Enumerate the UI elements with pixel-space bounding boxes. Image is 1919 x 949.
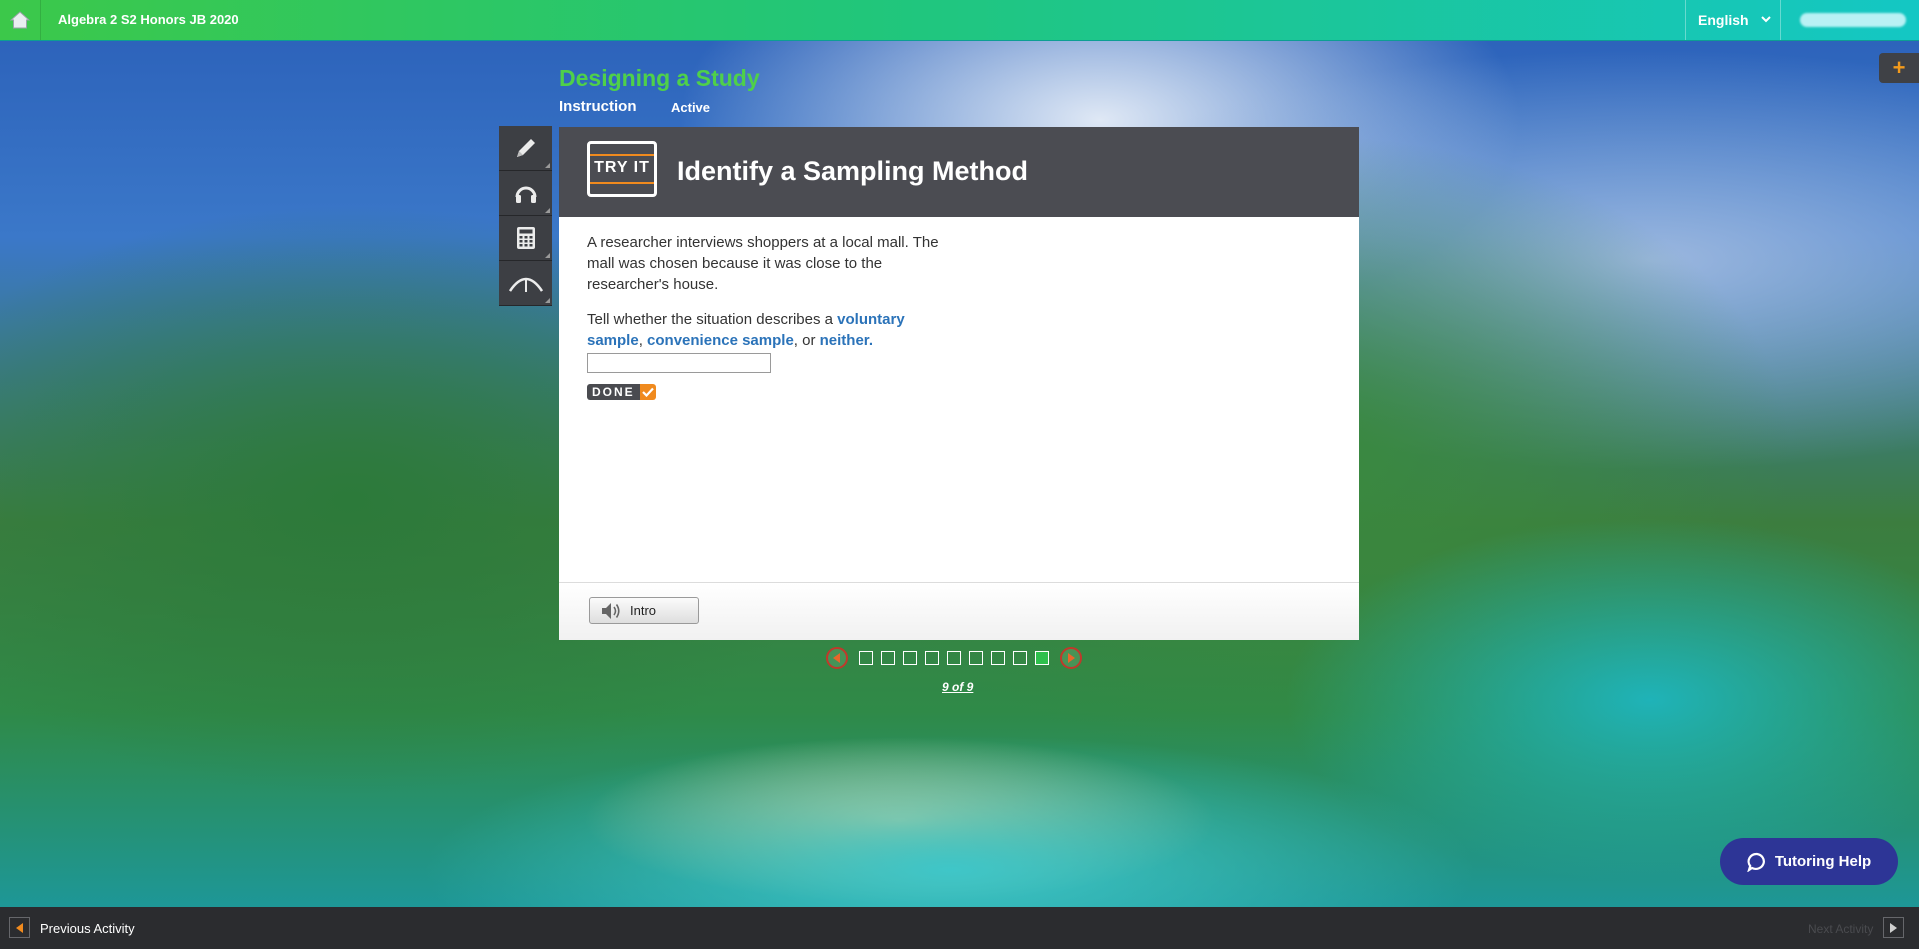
language-value: English xyxy=(1698,12,1749,28)
option-convenience-sample: convenience sample xyxy=(647,332,794,349)
tool-corner xyxy=(545,253,550,258)
pencil-icon xyxy=(516,139,535,157)
page-box-8[interactable] xyxy=(1013,651,1027,665)
panel-footer: Intro xyxy=(559,582,1359,640)
headphones-icon xyxy=(515,186,536,203)
calculator-icon xyxy=(516,227,535,249)
try-it-label: TRY IT xyxy=(594,159,650,176)
try-it-badge: TRY IT xyxy=(587,141,657,197)
done-button[interactable]: DONE xyxy=(587,384,656,400)
plus-icon: + xyxy=(1892,55,1906,80)
next-activity-label: Next Activity xyxy=(1808,922,1874,936)
question-prefix: Tell whether the situation describes a xyxy=(587,311,838,328)
bottom-bar: Previous Activity Next Activity xyxy=(0,907,1919,949)
answer-input[interactable] xyxy=(587,353,771,373)
tool-corner xyxy=(545,163,550,168)
question-prompt: A researcher interviews shoppers at a lo… xyxy=(587,234,939,293)
previous-activity-button[interactable] xyxy=(9,917,30,938)
top-bar: Algebra 2 S2 Honors JB 2020 English xyxy=(0,0,1919,41)
badge-stripe-top xyxy=(590,154,654,156)
page-box-4[interactable] xyxy=(925,651,939,665)
caret-right-icon xyxy=(1890,922,1897,933)
intro-button[interactable]: Intro xyxy=(589,597,699,624)
page-count[interactable]: 9 of 9 xyxy=(942,680,973,694)
course-title: Algebra 2 S2 Honors JB 2020 xyxy=(58,12,239,27)
question-body: A researcher interviews shoppers at a lo… xyxy=(587,232,957,373)
caret-left-icon xyxy=(16,922,23,933)
question-text: Tell whether the situation describes a v… xyxy=(587,309,957,351)
calculator-tool-button[interactable] xyxy=(499,216,552,261)
tutoring-help-label: Tutoring Help xyxy=(1774,853,1872,870)
page-box-6[interactable] xyxy=(969,651,983,665)
page-box-2[interactable] xyxy=(881,651,895,665)
tool-column xyxy=(499,126,553,306)
page-box-7[interactable] xyxy=(991,651,1005,665)
separator: , xyxy=(638,332,648,349)
next-activity-button[interactable] xyxy=(1883,917,1904,938)
lesson-section: Instruction xyxy=(559,98,637,115)
panel-header: TRY IT Identify a Sampling Method xyxy=(559,127,1359,217)
tool-corner xyxy=(545,298,550,303)
pagination xyxy=(826,646,1082,670)
lesson-title: Designing a Study xyxy=(559,65,760,91)
page-box-3[interactable] xyxy=(903,651,917,665)
activity-panel: TRY IT Identify a Sampling Method A rese… xyxy=(559,127,1359,640)
previous-activity-label[interactable]: Previous Activity xyxy=(40,921,135,936)
user-name-blurred[interactable] xyxy=(1800,13,1906,27)
tutoring-help-button[interactable]: Tutoring Help xyxy=(1720,838,1898,885)
page-box-5[interactable] xyxy=(947,651,961,665)
home-icon xyxy=(10,11,30,29)
chevron-down-icon xyxy=(1761,16,1771,23)
done-label: DONE xyxy=(587,384,640,400)
page-box-1[interactable] xyxy=(859,651,873,665)
graph-tool-button[interactable] xyxy=(499,261,552,306)
lesson-status: Active xyxy=(671,100,711,115)
page-box-9-current[interactable] xyxy=(1035,651,1049,665)
next-page-button[interactable] xyxy=(1060,647,1082,669)
question-end: . xyxy=(868,332,873,349)
graph-icon xyxy=(508,277,543,292)
chat-bubble-icon xyxy=(1747,852,1765,872)
previous-page-button[interactable] xyxy=(826,647,848,669)
badge-stripe-bottom xyxy=(590,182,654,184)
plus-button[interactable]: + xyxy=(1879,53,1919,83)
pencil-tool-button[interactable] xyxy=(499,126,552,171)
caret-right-icon xyxy=(1068,653,1075,663)
language-select[interactable]: English xyxy=(1685,0,1781,40)
intro-label: Intro xyxy=(630,603,657,618)
separator: , or xyxy=(793,332,820,349)
option-neither: neither xyxy=(819,332,869,349)
audio-tool-button[interactable] xyxy=(499,171,552,216)
tool-corner xyxy=(545,208,550,213)
checkmark-icon xyxy=(639,384,656,400)
panel-title: Identify a Sampling Method xyxy=(677,156,1029,186)
home-button[interactable] xyxy=(0,0,41,40)
speaker-icon xyxy=(602,602,620,619)
caret-left-icon xyxy=(833,653,840,663)
